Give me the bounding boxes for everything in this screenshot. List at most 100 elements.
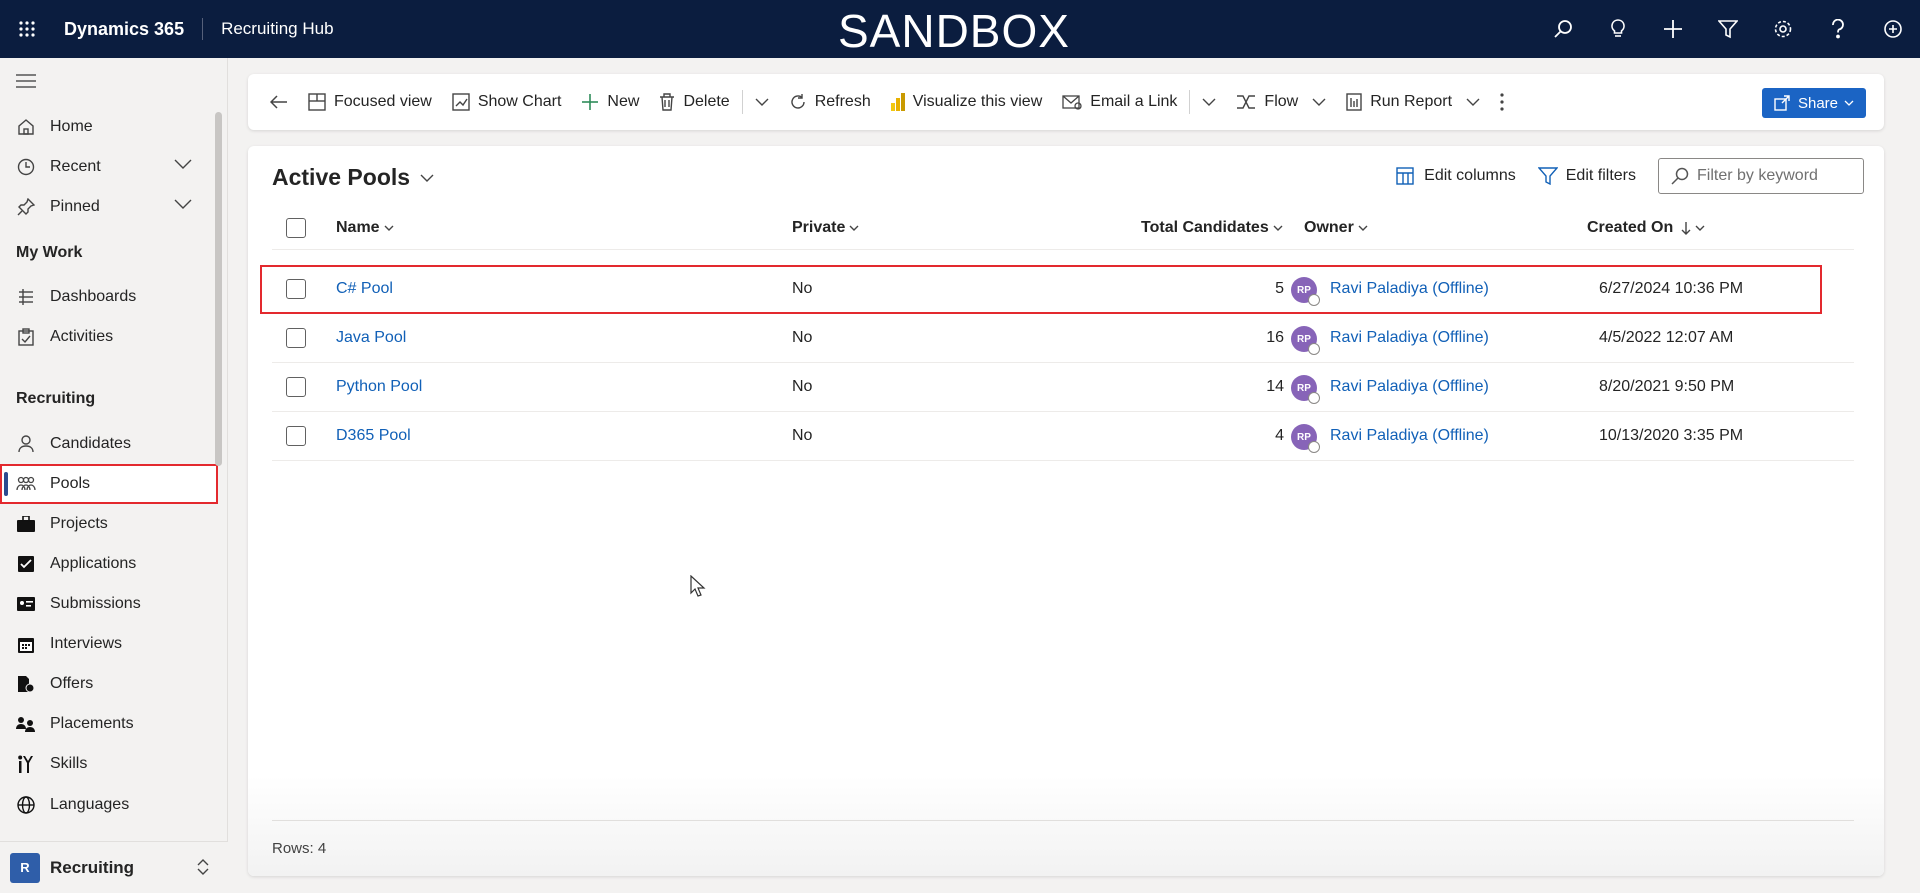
sidebar-scrollbar[interactable] <box>215 112 222 466</box>
filter-icon <box>1537 167 1558 185</box>
table-row[interactable]: Java Pool No 16 RP Ravi Paladiya (Offlin… <box>272 314 1854 363</box>
table-row[interactable]: Python Pool No 14 RP Ravi Paladiya (Offl… <box>272 363 1854 412</box>
email-link-button[interactable]: Email a Link <box>1052 82 1187 122</box>
created-on-value: 10/13/2020 3:35 PM <box>1599 427 1744 444</box>
report-icon <box>1346 93 1362 111</box>
sidebar-item-activities[interactable]: Activities <box>0 317 218 357</box>
trash-icon <box>659 93 675 111</box>
sidebar-item-offers[interactable]: Offers <box>0 664 218 704</box>
sidebar-item-interviews[interactable]: Interviews <box>0 624 218 664</box>
focused-view-button[interactable]: Focused view <box>298 82 442 122</box>
chevron-down-icon[interactable] <box>174 159 192 169</box>
briefcase-icon <box>16 514 36 534</box>
pool-name-link[interactable]: C# Pool <box>336 280 393 298</box>
home-icon <box>16 117 36 137</box>
checkbox-filled-icon <box>16 554 36 574</box>
area-switcher[interactable]: R Recruiting <box>0 841 228 893</box>
back-button[interactable] <box>260 82 298 122</box>
app-name[interactable]: Recruiting Hub <box>203 19 333 39</box>
sidebar-item-pools[interactable]: Pools <box>0 464 218 504</box>
plus-icon[interactable] <box>1645 0 1700 58</box>
avatar-initials: RP <box>1297 382 1311 394</box>
column-header-private[interactable]: Private <box>792 219 859 237</box>
share-button[interactable]: Share <box>1761 88 1866 118</box>
filter-icon[interactable] <box>1700 0 1755 58</box>
sidebar-item-pinned[interactable]: Pinned <box>0 187 218 227</box>
more-commands-button[interactable] <box>1490 82 1514 122</box>
total-candidates-value: 5 <box>1275 280 1284 297</box>
lightbulb-icon[interactable] <box>1590 0 1645 58</box>
hamburger-menu-icon[interactable] <box>16 74 36 88</box>
plus-icon <box>581 93 599 111</box>
app-launcher-icon[interactable] <box>0 0 54 58</box>
environment-label: SANDBOX <box>838 5 1070 57</box>
share-icon <box>1774 95 1790 111</box>
dashboard-icon <box>16 287 36 307</box>
sidebar-item-label: Dashboards <box>50 288 137 305</box>
view-selector[interactable]: Active Pools <box>272 164 434 191</box>
sidebar-item-placements[interactable]: Placements <box>0 704 218 744</box>
flow-button[interactable]: Flow <box>1226 82 1336 122</box>
table-row[interactable]: C# Pool No 5 RP Ravi Paladiya (Offline) … <box>260 265 1822 314</box>
help-icon[interactable] <box>1810 0 1865 58</box>
owner-link[interactable]: Ravi Paladiya (Offline) <box>1330 329 1489 347</box>
sidebar-item-submissions[interactable]: Submissions <box>0 584 218 624</box>
chevron-down-icon[interactable] <box>174 199 192 209</box>
sidebar-item-home[interactable]: Home <box>0 107 218 147</box>
owner-link[interactable]: Ravi Paladiya (Offline) <box>1330 427 1489 445</box>
sidebar-item-label: Recent <box>50 158 101 175</box>
columns-icon <box>1396 167 1416 185</box>
edit-columns-button[interactable]: Edit columns <box>1396 167 1516 185</box>
edit-columns-label: Edit columns <box>1424 167 1516 184</box>
column-header-owner[interactable]: Owner <box>1304 219 1368 237</box>
table-row[interactable]: D365 Pool No 4 RP Ravi Paladiya (Offline… <box>272 412 1854 461</box>
pool-name-link[interactable]: Python Pool <box>336 378 422 396</box>
row-checkbox[interactable] <box>286 377 306 397</box>
id-card-icon <box>16 594 36 614</box>
chevron-up-down-icon[interactable] <box>196 858 210 876</box>
column-header-name[interactable]: Name <box>336 219 394 237</box>
arrow-down-icon <box>1681 221 1691 235</box>
sidebar-item-dashboards[interactable]: Dashboards <box>0 277 218 317</box>
show-chart-button[interactable]: Show Chart <box>442 82 572 122</box>
row-checkbox[interactable] <box>286 328 306 348</box>
refresh-icon <box>789 93 807 111</box>
visualize-view-button[interactable]: Visualize this view <box>881 82 1053 122</box>
run-report-button[interactable]: Run Report <box>1336 82 1490 122</box>
gear-icon[interactable] <box>1755 0 1810 58</box>
delete-button[interactable]: Delete <box>649 82 739 122</box>
avatar-initials: RP <box>1297 284 1311 296</box>
refresh-button[interactable]: Refresh <box>779 82 881 122</box>
search-icon[interactable] <box>1535 0 1590 58</box>
more-delete-chevron-icon[interactable] <box>745 82 779 122</box>
sidebar-item-applications[interactable]: Applications <box>0 544 218 584</box>
grid-footer: Rows: 4 <box>272 820 1854 876</box>
chart-icon <box>452 93 470 111</box>
presence-offline-icon <box>1308 343 1320 355</box>
copilot-icon[interactable] <box>1865 0 1920 58</box>
column-header-total-candidates[interactable]: Total Candidates <box>1141 219 1283 237</box>
sidebar-item-candidates[interactable]: Candidates <box>0 424 218 464</box>
owner-link[interactable]: Ravi Paladiya (Offline) <box>1330 378 1489 396</box>
total-candidates-value: 14 <box>1266 378 1284 395</box>
new-button[interactable]: New <box>571 82 649 122</box>
row-checkbox[interactable] <box>286 279 306 299</box>
pool-name-link[interactable]: Java Pool <box>336 329 406 347</box>
edit-filters-button[interactable]: Edit filters <box>1537 167 1636 185</box>
avatar: RP <box>1291 277 1320 306</box>
sidebar-item-projects[interactable]: Projects <box>0 504 218 544</box>
brand-title[interactable]: Dynamics 365 <box>54 18 204 40</box>
sidebar-item-recent[interactable]: Recent <box>0 147 218 187</box>
select-all-checkbox[interactable] <box>286 218 306 238</box>
sidebar-item-languages[interactable]: Languages <box>0 785 218 825</box>
pool-name-link[interactable]: D365 Pool <box>336 427 411 445</box>
avatar: RP <box>1291 375 1320 404</box>
column-header-created-on[interactable]: Created On <box>1587 219 1705 237</box>
row-checkbox[interactable] <box>286 426 306 446</box>
section-title-recruiting: Recruiting <box>16 390 96 407</box>
sidebar-item-skills[interactable]: Skills <box>0 744 218 784</box>
sidebar-item-label: Projects <box>50 515 108 532</box>
owner-link[interactable]: Ravi Paladiya (Offline) <box>1330 280 1489 298</box>
filter-keyword-input[interactable]: Filter by keyword <box>1658 158 1864 194</box>
more-email-chevron-icon[interactable] <box>1192 82 1226 122</box>
